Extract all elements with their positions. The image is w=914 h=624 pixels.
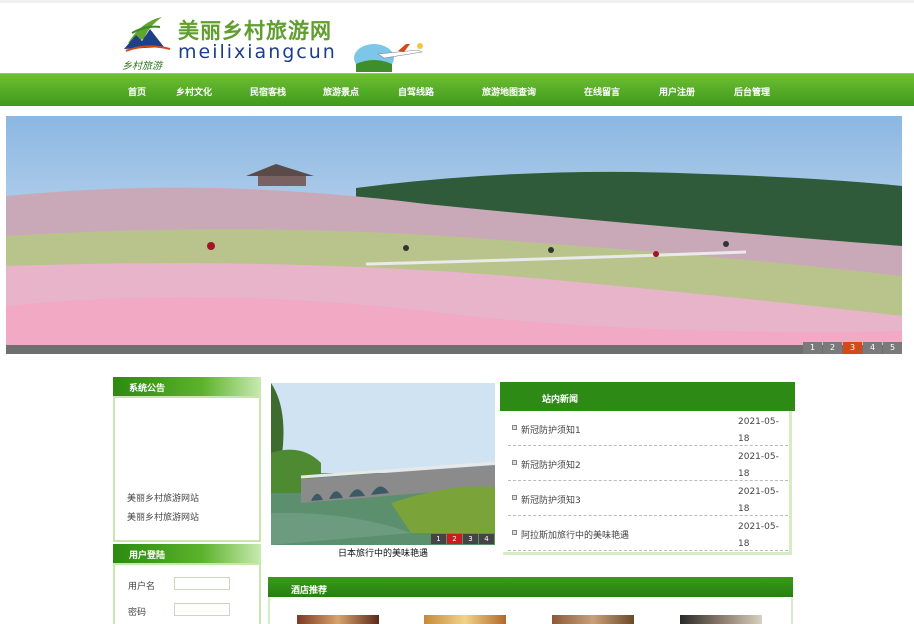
nav-travel-map[interactable]: 旅游地图查询 bbox=[482, 85, 536, 98]
hero-banner[interactable]: 1 2 3 4 5 bbox=[6, 116, 902, 354]
notice-header: 系统公告 bbox=[113, 377, 261, 396]
photo-page-2[interactable]: 2 bbox=[447, 534, 462, 544]
hotel-thumbnail[interactable] bbox=[552, 615, 634, 624]
banner-pager-bar bbox=[6, 345, 902, 354]
notice-line[interactable]: 美丽乡村旅游网站 bbox=[127, 491, 199, 504]
banner-page-1[interactable]: 1 bbox=[803, 342, 822, 354]
photo-slideshow[interactable]: 1 2 3 4 bbox=[271, 383, 495, 545]
password-input[interactable] bbox=[174, 603, 230, 616]
hotel-thumbnail[interactable] bbox=[297, 615, 379, 624]
news-item-date: 2021-05-18 bbox=[738, 487, 779, 514]
hotel-header: 酒店推荐 bbox=[268, 577, 793, 597]
username-input[interactable] bbox=[174, 577, 230, 590]
hotel-title: 酒店推荐 bbox=[291, 586, 328, 596]
site-name-en: meilixiangcun bbox=[178, 41, 337, 63]
banner-landscape-image bbox=[6, 116, 902, 354]
airplane-emblem-icon bbox=[348, 40, 428, 76]
photo-page-1[interactable]: 1 bbox=[431, 534, 446, 544]
login-panel: 用户名 密码 bbox=[113, 563, 261, 624]
banner-page-4[interactable]: 4 bbox=[863, 342, 882, 354]
site-logo[interactable]: 美丽乡村旅游网 meilixiangcun 乡村旅游 bbox=[122, 13, 337, 73]
notice-title: 系统公告 bbox=[129, 384, 166, 394]
news-item[interactable]: 阿拉斯加旅行中的美味艳遇 2021-05-18 bbox=[508, 516, 788, 551]
login-title: 用户登陆 bbox=[129, 551, 166, 561]
news-item[interactable]: 新冠防护须知2 2021-05-18 bbox=[508, 446, 788, 481]
news-header: 站内新闻 bbox=[500, 382, 795, 411]
news-list: 新冠防护须知1 2021-05-18 新冠防护须知2 2021-05-18 新冠… bbox=[503, 411, 792, 555]
bullet-icon bbox=[512, 425, 517, 430]
login-header: 用户登陆 bbox=[113, 544, 261, 563]
bridge-photo bbox=[271, 383, 495, 545]
logo-mountain-icon bbox=[124, 17, 171, 52]
banner-page-2[interactable]: 2 bbox=[823, 342, 842, 354]
bullet-icon bbox=[512, 495, 517, 500]
news-item-date: 2021-05-18 bbox=[738, 417, 779, 444]
hotel-thumbnail[interactable] bbox=[424, 615, 506, 624]
logo-script-text: 乡村旅游 bbox=[122, 61, 162, 72]
banner-page-3[interactable]: 3 bbox=[843, 342, 862, 354]
username-label: 用户名 bbox=[128, 582, 156, 592]
news-item-title[interactable]: 新冠防护须知2 bbox=[521, 458, 581, 471]
news-title: 站内新闻 bbox=[542, 395, 579, 405]
photo-page-3[interactable]: 3 bbox=[463, 534, 478, 544]
notice-panel: 美丽乡村旅游网站 美丽乡村旅游网站 bbox=[113, 396, 261, 542]
news-item-title[interactable]: 新冠防护须知1 bbox=[521, 423, 581, 436]
nav-home[interactable]: 首页 bbox=[128, 85, 146, 98]
bullet-icon bbox=[512, 460, 517, 465]
banner-page-5[interactable]: 5 bbox=[883, 342, 902, 354]
hotel-thumbnail[interactable] bbox=[680, 615, 762, 624]
news-item-date: 2021-05-18 bbox=[738, 522, 779, 549]
nav-admin[interactable]: 后台管理 bbox=[734, 85, 770, 98]
news-item-title[interactable]: 阿拉斯加旅行中的美味艳遇 bbox=[521, 528, 629, 541]
nav-driving-routes[interactable]: 自驾线路 bbox=[398, 85, 434, 98]
photo-pager: 1 2 3 4 bbox=[430, 534, 494, 544]
banner-pager: 1 2 3 4 5 bbox=[802, 342, 902, 354]
nav-register[interactable]: 用户注册 bbox=[659, 85, 695, 98]
photo-page-4[interactable]: 4 bbox=[479, 534, 494, 544]
news-item-date: 2021-05-18 bbox=[738, 452, 779, 479]
news-item[interactable]: 新冠防护须知1 2021-05-18 bbox=[508, 411, 788, 446]
photo-caption[interactable]: 日本旅行中的美味艳遇 bbox=[271, 546, 495, 559]
nav-attractions[interactable]: 旅游景点 bbox=[323, 85, 359, 98]
nav-guestbook[interactable]: 在线留言 bbox=[584, 85, 620, 98]
bullet-icon bbox=[512, 530, 517, 535]
main-nav: 首页 乡村文化 民宿客栈 旅游景点 自驾线路 旅游地图查询 在线留言 用户注册 … bbox=[0, 73, 914, 106]
password-label: 密码 bbox=[128, 608, 147, 618]
notice-line[interactable]: 美丽乡村旅游网站 bbox=[127, 510, 199, 523]
nav-homestay[interactable]: 民宿客栈 bbox=[250, 85, 286, 98]
news-item-title[interactable]: 新冠防护须知3 bbox=[521, 493, 581, 506]
nav-rural-culture[interactable]: 乡村文化 bbox=[176, 85, 212, 98]
site-header: 美丽乡村旅游网 meilixiangcun 乡村旅游 bbox=[0, 3, 914, 76]
news-item[interactable]: 新冠防护须知3 2021-05-18 bbox=[508, 481, 788, 516]
